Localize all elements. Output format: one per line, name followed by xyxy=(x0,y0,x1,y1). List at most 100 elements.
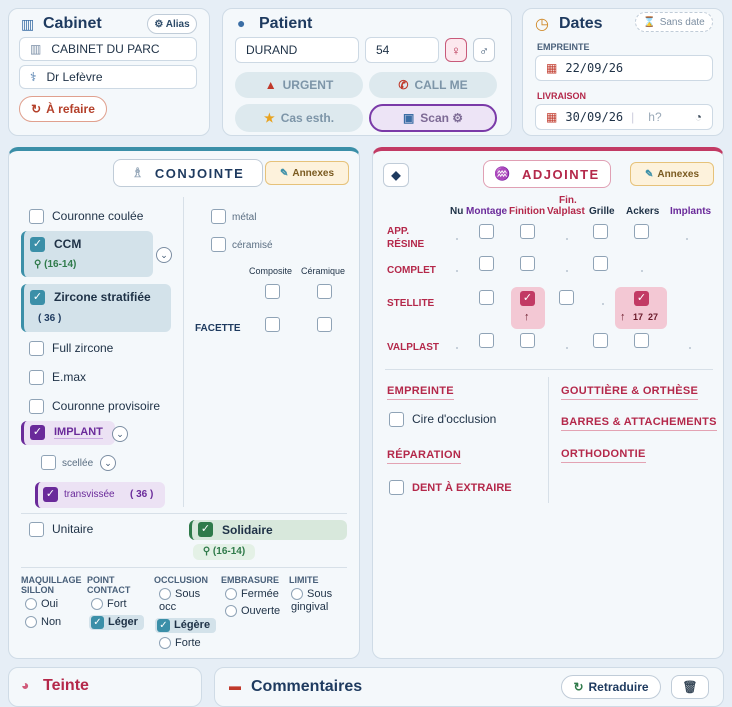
complet-finition[interactable] xyxy=(520,256,535,271)
embrasure-ouverte[interactable]: Ouverte xyxy=(225,605,280,618)
tag-icon-button[interactable]: ◆ xyxy=(383,163,409,187)
checkbox[interactable]: ✓ xyxy=(43,487,58,502)
stellite-finition-cell[interactable]: ✓ ↑ xyxy=(511,287,545,329)
scellee-expand-chevron[interactable]: ⌄ xyxy=(100,455,116,471)
stellite-ackers-cell[interactable]: ✓ ↑ 17 27 xyxy=(615,287,667,329)
adjointe-annexes-button[interactable]: ✎ Annexes xyxy=(630,162,714,186)
scan-button[interactable]: ▣ Scan ⚙ xyxy=(369,104,497,132)
barres-link[interactable]: BARRES & ATTACHEMENTS xyxy=(561,416,717,431)
delete-button[interactable]: 🗑 xyxy=(671,675,709,699)
radio[interactable] xyxy=(225,588,237,601)
sans-date-button[interactable]: ⌛ Sans date xyxy=(635,12,713,32)
ccm-option[interactable]: ✓ CCM ⚲ (16-14) xyxy=(21,231,153,277)
urgent-button[interactable]: ▲ URGENT xyxy=(235,72,363,98)
contact-fort[interactable]: Fort xyxy=(91,598,127,611)
stellite-valplast[interactable] xyxy=(559,290,574,305)
checkbox[interactable]: ✓ xyxy=(634,291,649,306)
maquillage-non[interactable]: Non xyxy=(25,616,61,629)
cabinet-name-field[interactable]: ▥ CABINET DU PARC xyxy=(19,37,197,61)
doctor-field[interactable]: ⚕ Dr Lefèvre xyxy=(19,65,197,89)
radio[interactable] xyxy=(159,637,171,650)
checkbox[interactable] xyxy=(29,522,44,538)
checkbox[interactable] xyxy=(389,412,404,428)
checkbox[interactable] xyxy=(29,370,44,386)
unitaire-option[interactable]: Unitaire xyxy=(29,522,93,538)
app-resine-ackers[interactable] xyxy=(634,224,649,239)
checkbox[interactable] xyxy=(29,399,44,415)
heure-placeholder[interactable]: h? xyxy=(648,110,661,124)
refaire-button[interactable]: ↻ À refaire xyxy=(19,96,107,122)
contact-leger[interactable]: ✓ Léger xyxy=(89,615,144,630)
valplast-finition[interactable] xyxy=(520,333,535,348)
gouttiere-link[interactable]: GOUTTIÈRE & ORTHÈSE xyxy=(561,385,699,400)
clock-small-icon[interactable]: ◔ xyxy=(695,110,702,124)
dent-extraire-option[interactable]: DENT À EXTRAIRE xyxy=(389,480,512,496)
checkbox[interactable] xyxy=(29,209,44,225)
cas-esth-button[interactable]: ★ Cas esth. xyxy=(235,104,363,132)
occlusion-legere[interactable]: ✓ Légère xyxy=(155,618,217,633)
couronne-coulee-option[interactable]: Couronne coulée xyxy=(29,209,143,225)
facette-ceramique-checkbox[interactable] xyxy=(317,317,332,332)
checkbox[interactable] xyxy=(29,341,44,357)
checkbox[interactable]: ✓ xyxy=(91,616,104,629)
occlusion-forte[interactable]: Forte xyxy=(159,637,201,650)
transvissee-option[interactable]: ✓ transvissée ( 36 ) xyxy=(35,482,165,508)
male-toggle[interactable]: ♂ xyxy=(473,38,495,62)
ccm-expand-chevron[interactable]: ⌄ xyxy=(156,247,172,263)
valplast-grille[interactable] xyxy=(593,333,608,348)
valplast-montage[interactable] xyxy=(479,333,494,348)
app-resine-grille[interactable] xyxy=(593,224,608,239)
ceramique-checkbox[interactable] xyxy=(317,284,332,299)
retraduire-button[interactable]: ↻ Retraduire xyxy=(561,675,661,699)
callme-button[interactable]: ✆ CALL ME xyxy=(369,72,497,98)
app-resine-montage[interactable] xyxy=(479,224,494,239)
radio[interactable] xyxy=(225,605,237,618)
scellee-option[interactable]: scellée xyxy=(41,455,93,471)
alias-button[interactable]: ⚙ Alias xyxy=(147,14,197,34)
facette-composite-checkbox[interactable] xyxy=(265,317,280,332)
radio[interactable] xyxy=(25,598,37,611)
provisoire-option[interactable]: Couronne provisoire xyxy=(29,399,160,415)
patient-age-field[interactable]: 54 xyxy=(365,37,439,63)
checkbox[interactable] xyxy=(41,455,56,471)
checkbox[interactable] xyxy=(389,480,404,496)
checkbox[interactable] xyxy=(211,237,226,253)
implant-expand-chevron[interactable]: ⌄ xyxy=(112,426,128,442)
limite-sous-gingival[interactable]: Sous gingival xyxy=(291,588,355,614)
radio[interactable] xyxy=(25,616,37,629)
conjointe-annexes-button[interactable]: ✎ Annexes xyxy=(265,161,349,185)
patient-name-field[interactable]: DURAND xyxy=(235,37,359,63)
orthodontie-link[interactable]: ORTHODONTIE xyxy=(561,448,646,463)
valplast-ackers[interactable] xyxy=(634,333,649,348)
maquillage-oui[interactable]: Oui xyxy=(25,598,58,611)
complet-montage[interactable] xyxy=(479,256,494,271)
empreinte-date-field[interactable]: ▦ 22/09/26 xyxy=(535,55,713,81)
livraison-date-field[interactable]: ▦ 30/09/26 | h? ◔ xyxy=(535,104,713,130)
radio[interactable] xyxy=(291,588,303,601)
female-toggle[interactable]: ♀ xyxy=(445,38,467,62)
checkbox[interactable] xyxy=(211,209,226,225)
embrasure-fermee[interactable]: Fermée xyxy=(225,588,279,601)
reparation-link[interactable]: RÉPARATION xyxy=(387,449,462,464)
radio[interactable] xyxy=(91,598,103,611)
checkbox[interactable]: ✓ xyxy=(30,425,45,440)
empreinte-link[interactable]: EMPREINTE xyxy=(387,385,454,400)
checkbox[interactable]: ✓ xyxy=(30,237,45,252)
checkbox[interactable]: ✓ xyxy=(30,290,45,305)
occlusion-sous-occ[interactable]: Sous occ xyxy=(159,588,219,614)
solidaire-option[interactable]: ✓ Solidaire xyxy=(189,520,347,540)
emax-option[interactable]: E.max xyxy=(29,370,86,386)
checkbox[interactable]: ✓ xyxy=(520,291,535,306)
ceramise-option[interactable]: céramisé xyxy=(211,237,273,253)
full-zircone-option[interactable]: Full zircone xyxy=(29,341,113,357)
radio[interactable] xyxy=(159,588,171,601)
implant-option[interactable]: ✓ IMPLANT xyxy=(21,421,115,445)
checkbox[interactable]: ✓ xyxy=(157,619,170,632)
app-resine-finition[interactable] xyxy=(520,224,535,239)
stellite-montage[interactable] xyxy=(479,290,494,305)
checkbox[interactable]: ✓ xyxy=(198,522,213,537)
cire-occlusion-option[interactable]: Cire d'occlusion xyxy=(389,412,496,428)
metal-option[interactable]: métal xyxy=(211,209,256,225)
composite-checkbox[interactable] xyxy=(265,284,280,299)
complet-grille[interactable] xyxy=(593,256,608,271)
